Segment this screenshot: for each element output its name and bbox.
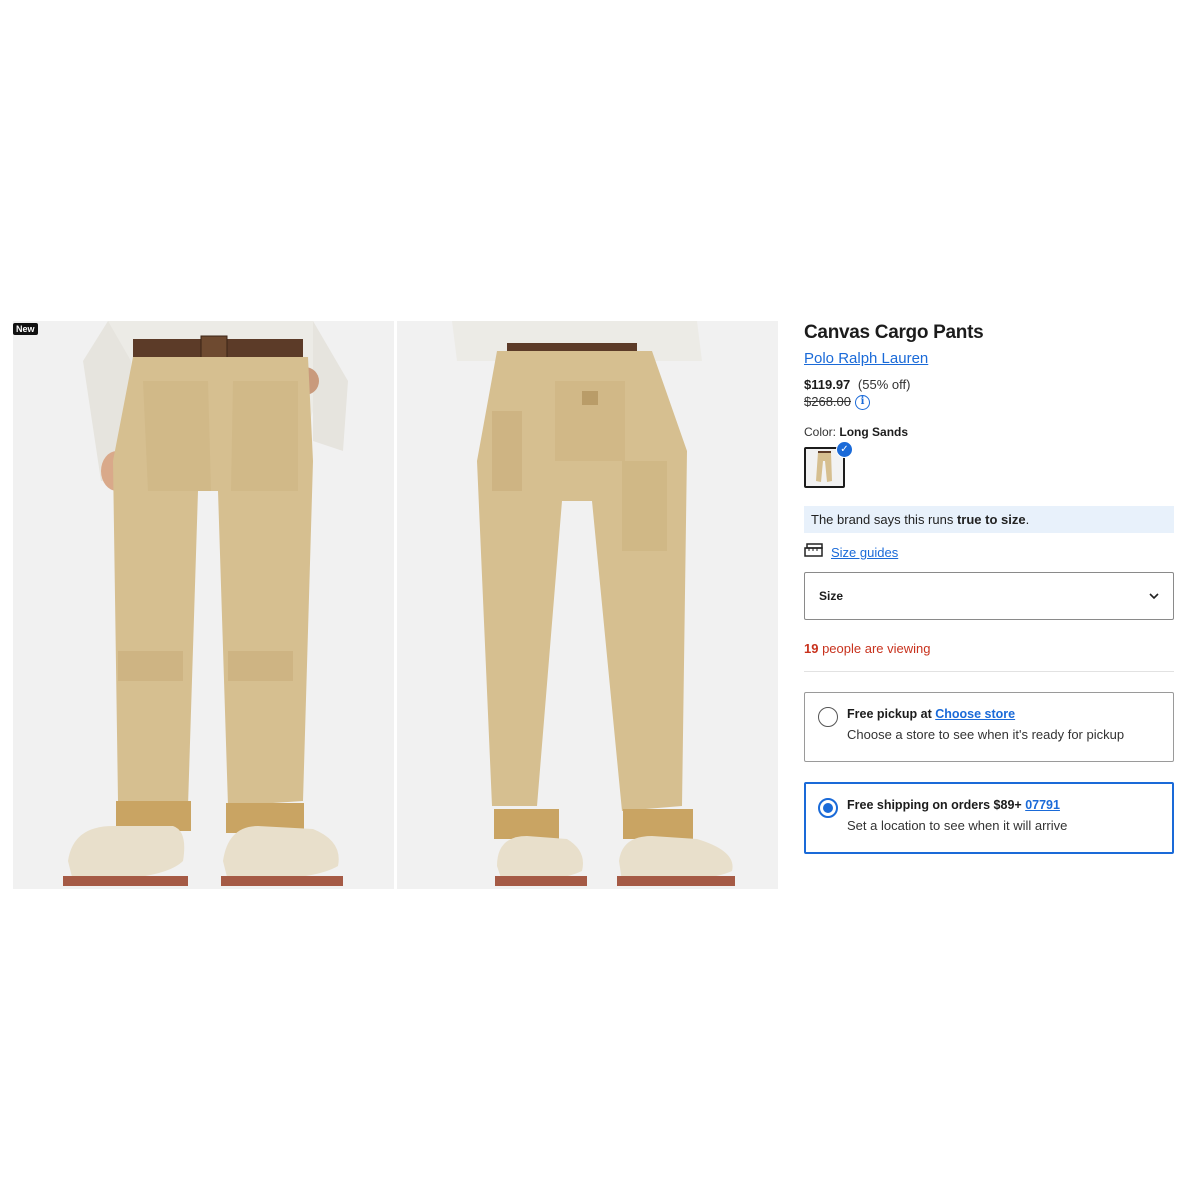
brand-link[interactable]: Polo Ralph Lauren bbox=[804, 349, 928, 369]
fit-suffix: . bbox=[1025, 512, 1030, 527]
pickup-option[interactable]: Free pickup at Choose store Choose a sto… bbox=[804, 692, 1174, 762]
info-icon[interactable]: i bbox=[855, 394, 870, 410]
shipping-subtitle: Set a location to see when it will arriv… bbox=[847, 818, 1068, 833]
new-badge: New bbox=[13, 323, 38, 335]
fit-emphasis: true to size bbox=[956, 512, 1026, 527]
color-label: Color: bbox=[804, 425, 837, 439]
pickup-title-text: Free pickup at bbox=[847, 707, 936, 721]
product-details: Canvas Cargo Pants Polo Ralph Lauren $11… bbox=[804, 321, 1174, 854]
product-gallery bbox=[13, 321, 778, 889]
viewers-text: people are viewing bbox=[818, 641, 931, 656]
chevron-down-icon bbox=[1149, 589, 1159, 603]
fit-text: The brand says this runs bbox=[811, 512, 957, 527]
product-title: Canvas Cargo Pants bbox=[804, 322, 984, 343]
selected-check-icon: ✓ bbox=[836, 441, 853, 458]
viewers-count: 19 people are viewing bbox=[804, 641, 1174, 656]
color-row: Color: Long Sands bbox=[804, 424, 1174, 440]
pickup-subtitle: Choose a store to see when it's ready fo… bbox=[847, 727, 1125, 742]
shipping-title: Free shipping on orders $89+ 07791 bbox=[847, 797, 1172, 813]
size-dropdown-label: Size bbox=[819, 589, 844, 603]
original-price-row: $268.00 i bbox=[804, 393, 1174, 411]
original-price: $268.00 bbox=[804, 394, 851, 409]
fit-banner: The brand says this runs true to size. bbox=[804, 506, 1174, 533]
size-guides-link[interactable]: Size guides bbox=[831, 545, 898, 560]
size-guides-row: Size guides bbox=[804, 543, 1174, 562]
product-image-front[interactable] bbox=[13, 321, 394, 889]
sale-price: $119.97 bbox=[804, 377, 851, 392]
divider bbox=[804, 671, 1174, 672]
shipping-option[interactable]: Free shipping on orders $89+ 07791 Set a… bbox=[804, 782, 1174, 854]
discount-label: (55% off) bbox=[857, 377, 911, 392]
pickup-title: Free pickup at Choose store bbox=[847, 706, 1173, 722]
zip-code-link[interactable]: 07791 bbox=[1025, 798, 1060, 812]
color-value: Long Sands bbox=[839, 425, 909, 439]
viewers-number: 19 bbox=[804, 641, 819, 656]
choose-store-link[interactable]: Choose store bbox=[935, 707, 1015, 721]
size-dropdown[interactable]: Size bbox=[804, 572, 1174, 620]
pickup-radio[interactable] bbox=[818, 707, 838, 727]
product-image-back[interactable] bbox=[397, 321, 778, 889]
shipping-title-text: Free shipping on orders $89+ bbox=[847, 798, 1026, 812]
ruler-icon bbox=[804, 543, 823, 562]
shipping-radio[interactable] bbox=[818, 798, 838, 818]
price-row: $119.97 (55% off) bbox=[804, 377, 1174, 393]
color-swatch-long-sands[interactable]: ✓ bbox=[804, 441, 853, 488]
